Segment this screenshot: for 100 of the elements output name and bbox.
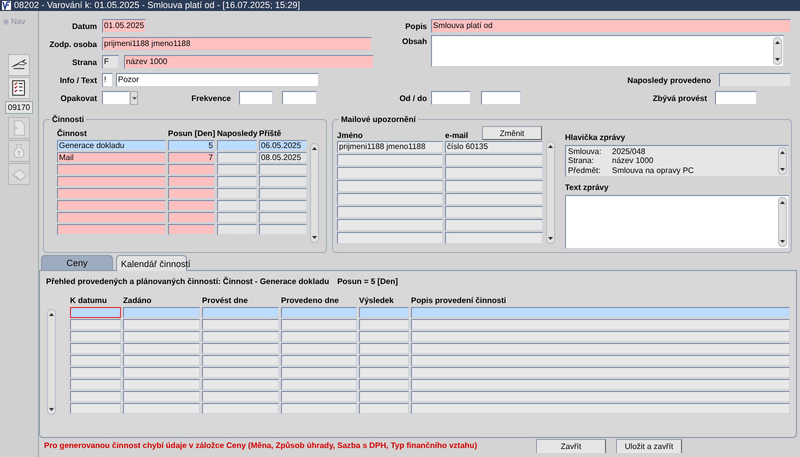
shift-text: Posun = 5 [Den] [337, 277, 398, 288]
scroll-down-icon[interactable] [547, 235, 554, 242]
scroll-up-icon[interactable] [774, 39, 781, 46]
table-cell [359, 319, 409, 330]
column-header: Činnost [57, 128, 88, 137]
scroll-up-icon[interactable] [547, 143, 554, 150]
table-cell [359, 403, 409, 414]
table-cell: Mail [57, 152, 166, 163]
scroll-up-icon[interactable] [48, 311, 55, 318]
field-label: Obsah [401, 37, 427, 46]
scrollbar[interactable] [773, 37, 782, 65]
column-header: K datumu [70, 295, 108, 306]
checklist-icon [10, 79, 28, 97]
table-cell: 5 [168, 140, 215, 151]
header-value: Smlouva na opravy PC [612, 166, 695, 175]
input-field[interactable]: název 1000 [124, 55, 374, 69]
table-cell [359, 343, 409, 354]
table-cell [217, 176, 257, 187]
app-logo-icon [2, 1, 11, 10]
scroll-up-icon[interactable] [311, 145, 318, 152]
scroll-down-icon[interactable] [48, 406, 55, 413]
header-key: Předmět: [568, 166, 612, 175]
column-header: Jméno [337, 131, 364, 140]
flag-field[interactable]: ! [102, 73, 113, 87]
table-cell [217, 200, 257, 211]
input-field[interactable] [481, 91, 521, 105]
input-field[interactable]: Pozor [116, 73, 319, 87]
input-field[interactable] [239, 91, 273, 105]
scroll-down-icon[interactable] [774, 56, 781, 63]
table-cell [168, 188, 215, 199]
table-cell [70, 379, 121, 390]
table-cell [70, 331, 121, 342]
scroll-up-icon[interactable] [779, 149, 786, 156]
field-label: Opakovat [60, 94, 97, 102]
field-label: Info / Text [58, 76, 97, 84]
window-title: 08202 - Varování k: 01.05.2025 - Smlouva platí od - [16.07.2025; 15:29] [14, 0, 300, 11]
scroll-down-icon[interactable] [311, 234, 318, 241]
scrollbar[interactable] [778, 147, 787, 175]
input-field[interactable] [431, 91, 471, 105]
table-cell: 7 [168, 152, 215, 163]
scrollbar[interactable] [310, 143, 319, 243]
close-button[interactable]: Zavřít [536, 439, 606, 453]
input-field[interactable] [282, 91, 317, 105]
save-close-button[interactable]: Uložit a zavřít [616, 439, 682, 453]
document-arrow-icon [10, 119, 28, 137]
code-field[interactable]: F [102, 55, 119, 69]
change-button[interactable]: Změnit [482, 126, 542, 140]
table-cell [217, 164, 257, 175]
table-cell [359, 355, 409, 366]
toolbar-button[interactable] [8, 77, 30, 99]
field-label: Zbývá provést [652, 94, 707, 102]
table-cell [217, 188, 257, 199]
dropdown[interactable] [102, 91, 138, 105]
warning-message: Pro generovanou činnost chybí údaje v záložce Ceny (Měna, Způsob úhrady, Sazba s DPH, Typ finančního vztahu) [44, 440, 478, 452]
table-cell [259, 224, 307, 235]
scrollbar[interactable] [47, 309, 56, 415]
section-label: Hlavička zprávy [565, 133, 626, 142]
table-cell [359, 367, 409, 378]
table-cell [259, 200, 307, 211]
table-cell [259, 188, 307, 199]
table-cell [168, 212, 215, 223]
table-cell [168, 176, 215, 187]
table-cell [70, 403, 121, 414]
tab[interactable]: Ceny [41, 255, 113, 270]
field-label: Popis [404, 22, 427, 30]
nav-label: Nav [11, 17, 26, 26]
field-label: Strana [71, 58, 97, 66]
header-key: Strana: [568, 156, 612, 166]
scroll-down-icon[interactable] [779, 238, 786, 245]
table-cell [70, 367, 121, 378]
table-cell [168, 224, 215, 235]
scrollbar[interactable] [546, 141, 555, 244]
scroll-down-icon[interactable] [779, 166, 786, 173]
nav-circle-icon [3, 18, 9, 24]
column-header: Příště [259, 128, 282, 137]
table-cell [259, 176, 307, 187]
table-cell [359, 391, 409, 402]
group-title: Mailové upozornění [340, 115, 417, 124]
header-value: název 1000 [612, 156, 654, 166]
column-header: Popis provedení činnosti [411, 295, 508, 306]
table-cell [168, 200, 215, 211]
toolbar-button[interactable] [8, 54, 30, 76]
field-label: Frekvence [190, 94, 231, 102]
date-field[interactable]: 01.05.2025 [102, 19, 146, 33]
table-cell [359, 379, 409, 390]
input-field[interactable]: prijmeni1188 jmeno1188 [102, 37, 372, 51]
field-label: Od / do [398, 94, 427, 102]
section-label: Text zprávy [565, 183, 610, 192]
table-cell: číslo 60135 [445, 141, 543, 153]
scroll-up-icon[interactable] [779, 199, 786, 206]
input-field[interactable]: Smlouva platí od [431, 19, 791, 33]
header-key: Smlouva: [568, 147, 612, 156]
table-cell [259, 164, 307, 175]
table-cell [217, 224, 257, 235]
scrollbar[interactable] [778, 197, 787, 247]
table-cell: 06.05.2025 [259, 140, 307, 151]
table-cell [70, 343, 121, 354]
input-field[interactable] [715, 91, 757, 105]
table-cell [168, 164, 215, 175]
table-cell [70, 319, 121, 330]
